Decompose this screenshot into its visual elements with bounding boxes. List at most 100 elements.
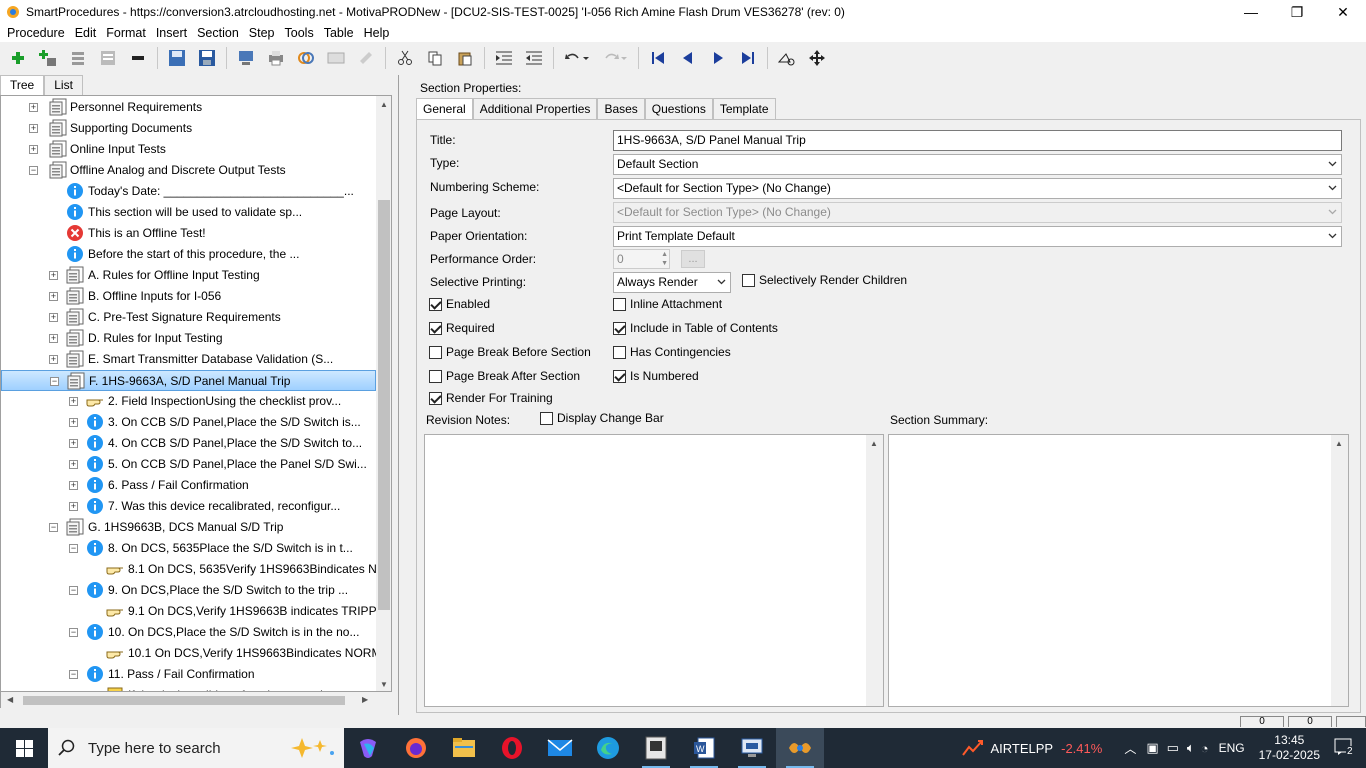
- collapse-icon[interactable]: −: [29, 166, 38, 175]
- expand-icon[interactable]: +: [49, 313, 58, 322]
- revision-notes-scrollbar[interactable]: ▲: [866, 435, 883, 706]
- taskbar-certificate-app-icon[interactable]: [632, 728, 680, 768]
- tree-node[interactable]: This section will be used to validate sp…: [1, 202, 376, 223]
- tree-horizontal-scrollbar[interactable]: ◀ ▶: [0, 692, 375, 708]
- close-button[interactable]: ✕: [1320, 0, 1366, 24]
- tree-node-selected[interactable]: − F. 1HS-9663A, S/D Panel Manual Trip: [1, 370, 376, 391]
- expand-icon[interactable]: +: [49, 292, 58, 301]
- selectively-render-children-checkbox[interactable]: [742, 274, 755, 287]
- add-child-icon[interactable]: [36, 46, 60, 70]
- taskbar-copilot-icon[interactable]: [344, 728, 392, 768]
- is-numbered-checkbox[interactable]: [613, 370, 626, 383]
- revision-notes-textarea[interactable]: ▲: [424, 434, 884, 707]
- expand-icon[interactable]: +: [69, 418, 78, 427]
- enabled-checkbox[interactable]: [429, 298, 442, 311]
- previous-icon[interactable]: [676, 46, 700, 70]
- expand-icon[interactable]: +: [49, 355, 58, 364]
- menu-help[interactable]: Help: [359, 24, 395, 42]
- numbering-scheme-select[interactable]: <Default for Section Type> (No Change): [613, 178, 1342, 199]
- language-indicator[interactable]: ENG: [1219, 741, 1245, 755]
- redo-step-icon[interactable]: [354, 46, 378, 70]
- form-icon[interactable]: [324, 46, 348, 70]
- tree-node[interactable]: +2. Field InspectionUsing the checklist …: [1, 391, 376, 412]
- tree-vertical-scrollbar[interactable]: ▲ ▼: [376, 96, 391, 691]
- tree-node[interactable]: + B. Offline Inputs for I-056: [1, 286, 376, 307]
- minimize-button[interactable]: —: [1228, 0, 1274, 24]
- tab-template[interactable]: Template: [712, 98, 776, 119]
- pane-splitter[interactable]: [398, 75, 408, 715]
- title-input[interactable]: 1HS-9663A, S/D Panel Manual Trip: [613, 130, 1342, 151]
- tree-node[interactable]: − Offline Analog and Discrete Output Test…: [1, 160, 376, 181]
- paste-icon[interactable]: [453, 46, 477, 70]
- display-change-bar-checkbox[interactable]: [540, 412, 553, 425]
- required-checkbox[interactable]: [429, 322, 442, 335]
- menu-section[interactable]: Section: [192, 24, 244, 42]
- section-summary-scrollbar[interactable]: ▲: [1331, 435, 1348, 706]
- taskbar-firefox-icon[interactable]: [392, 728, 440, 768]
- stock-chart-icon[interactable]: [962, 739, 984, 757]
- tree-node[interactable]: 10.1 On DCS,Verify 1HS9663Bindicates NOR…: [1, 643, 376, 664]
- tree-node[interactable]: 9.1 On DCS,Verify 1HS9663B indicates TRI…: [1, 601, 376, 622]
- first-icon[interactable]: [646, 46, 670, 70]
- remove-icon[interactable]: [126, 46, 150, 70]
- show-hidden-icons-icon[interactable]: ︿: [1124, 740, 1136, 757]
- outdent-icon[interactable]: [522, 46, 546, 70]
- tree-node[interactable]: + D. Rules for Input Testing: [1, 328, 376, 349]
- tree-node[interactable]: Before the start of this procedure, the …: [1, 244, 376, 265]
- tree-vscroll-thumb[interactable]: [378, 200, 390, 610]
- menu-tools[interactable]: Tools: [280, 24, 319, 42]
- taskbar-remote-app-icon[interactable]: [728, 728, 776, 768]
- taskbar-file-explorer-icon[interactable]: [440, 728, 488, 768]
- redo-icon[interactable]: [599, 46, 631, 70]
- maximize-button[interactable]: ❐: [1274, 0, 1320, 24]
- tree-node[interactable]: 8.1 On DCS, 5635Verify 1HS9663Bindicates…: [1, 559, 376, 580]
- expand-icon[interactable]: +: [69, 502, 78, 511]
- paper-orientation-select[interactable]: Print Template Default: [613, 226, 1342, 247]
- expand-icon[interactable]: +: [29, 103, 38, 112]
- tree-node[interactable]: + Online Input Tests: [1, 139, 376, 160]
- wifi-icon[interactable]: ◔: [1201, 741, 1209, 756]
- collapse-icon[interactable]: −: [69, 544, 78, 553]
- tree-node[interactable]: + C. Pre-Test Signature Requirements: [1, 307, 376, 328]
- speaker-icon[interactable]: 🔈︎: [1187, 740, 1195, 756]
- stepper-arrows-icon[interactable]: ▲ ▼: [661, 250, 668, 268]
- tree-node[interactable]: − G. 1HS9663B, DCS Manual S/D Trip: [1, 517, 376, 538]
- taskbar-mail-icon[interactable]: [536, 728, 584, 768]
- insert-before-icon[interactable]: [66, 46, 90, 70]
- tree-node[interactable]: This is an Offline Test!: [1, 223, 376, 244]
- expand-icon[interactable]: +: [49, 271, 58, 280]
- save-icon[interactable]: [195, 46, 219, 70]
- tree-node[interactable]: If the devices did not function, note th…: [1, 685, 376, 691]
- save-all-icon[interactable]: [165, 46, 189, 70]
- move-icon[interactable]: [805, 46, 829, 70]
- section-summary-textarea[interactable]: ▲: [888, 434, 1349, 707]
- tray-app-icon[interactable]: ▣: [1146, 740, 1158, 756]
- menu-format[interactable]: Format: [101, 24, 151, 42]
- performance-order-browse-button[interactable]: ...: [681, 250, 705, 268]
- menu-table[interactable]: Table: [319, 24, 359, 42]
- taskbar-opera-icon[interactable]: [488, 728, 536, 768]
- last-icon[interactable]: [736, 46, 760, 70]
- expand-icon[interactable]: +: [49, 334, 58, 343]
- add-icon[interactable]: [6, 46, 30, 70]
- include-in-toc-checkbox[interactable]: [613, 322, 626, 335]
- tree-node[interactable]: − 9. On DCS,Place the S/D Switch to the t…: [1, 580, 376, 601]
- undo-icon[interactable]: [561, 46, 593, 70]
- publish-icon[interactable]: [234, 46, 258, 70]
- tree-node[interactable]: − 11. Pass / Fail Confirmation: [1, 664, 376, 685]
- tree-node[interactable]: − 8. On DCS, 5635Place the S/D Switch is …: [1, 538, 376, 559]
- tab-questions[interactable]: Questions: [644, 98, 713, 119]
- tree-hscroll-thumb[interactable]: [23, 696, 345, 705]
- tree-node[interactable]: + E. Smart Transmitter Database Validatio…: [1, 349, 376, 370]
- taskbar-smartprocedures-icon[interactable]: [776, 728, 824, 768]
- taskbar-search[interactable]: Type here to search: [48, 728, 344, 768]
- expand-icon[interactable]: +: [69, 460, 78, 469]
- expand-icon[interactable]: +: [29, 145, 38, 154]
- collapse-icon[interactable]: −: [69, 586, 78, 595]
- collapse-icon[interactable]: −: [50, 377, 59, 386]
- copy-icon[interactable]: [423, 46, 447, 70]
- tree-node[interactable]: − 10. On DCS,Place the S/D Switch is in t…: [1, 622, 376, 643]
- tree-node[interactable]: Today's Date: __________________________…: [1, 181, 376, 202]
- links-icon[interactable]: [294, 46, 318, 70]
- tab-additional-properties[interactable]: Additional Properties: [472, 98, 598, 119]
